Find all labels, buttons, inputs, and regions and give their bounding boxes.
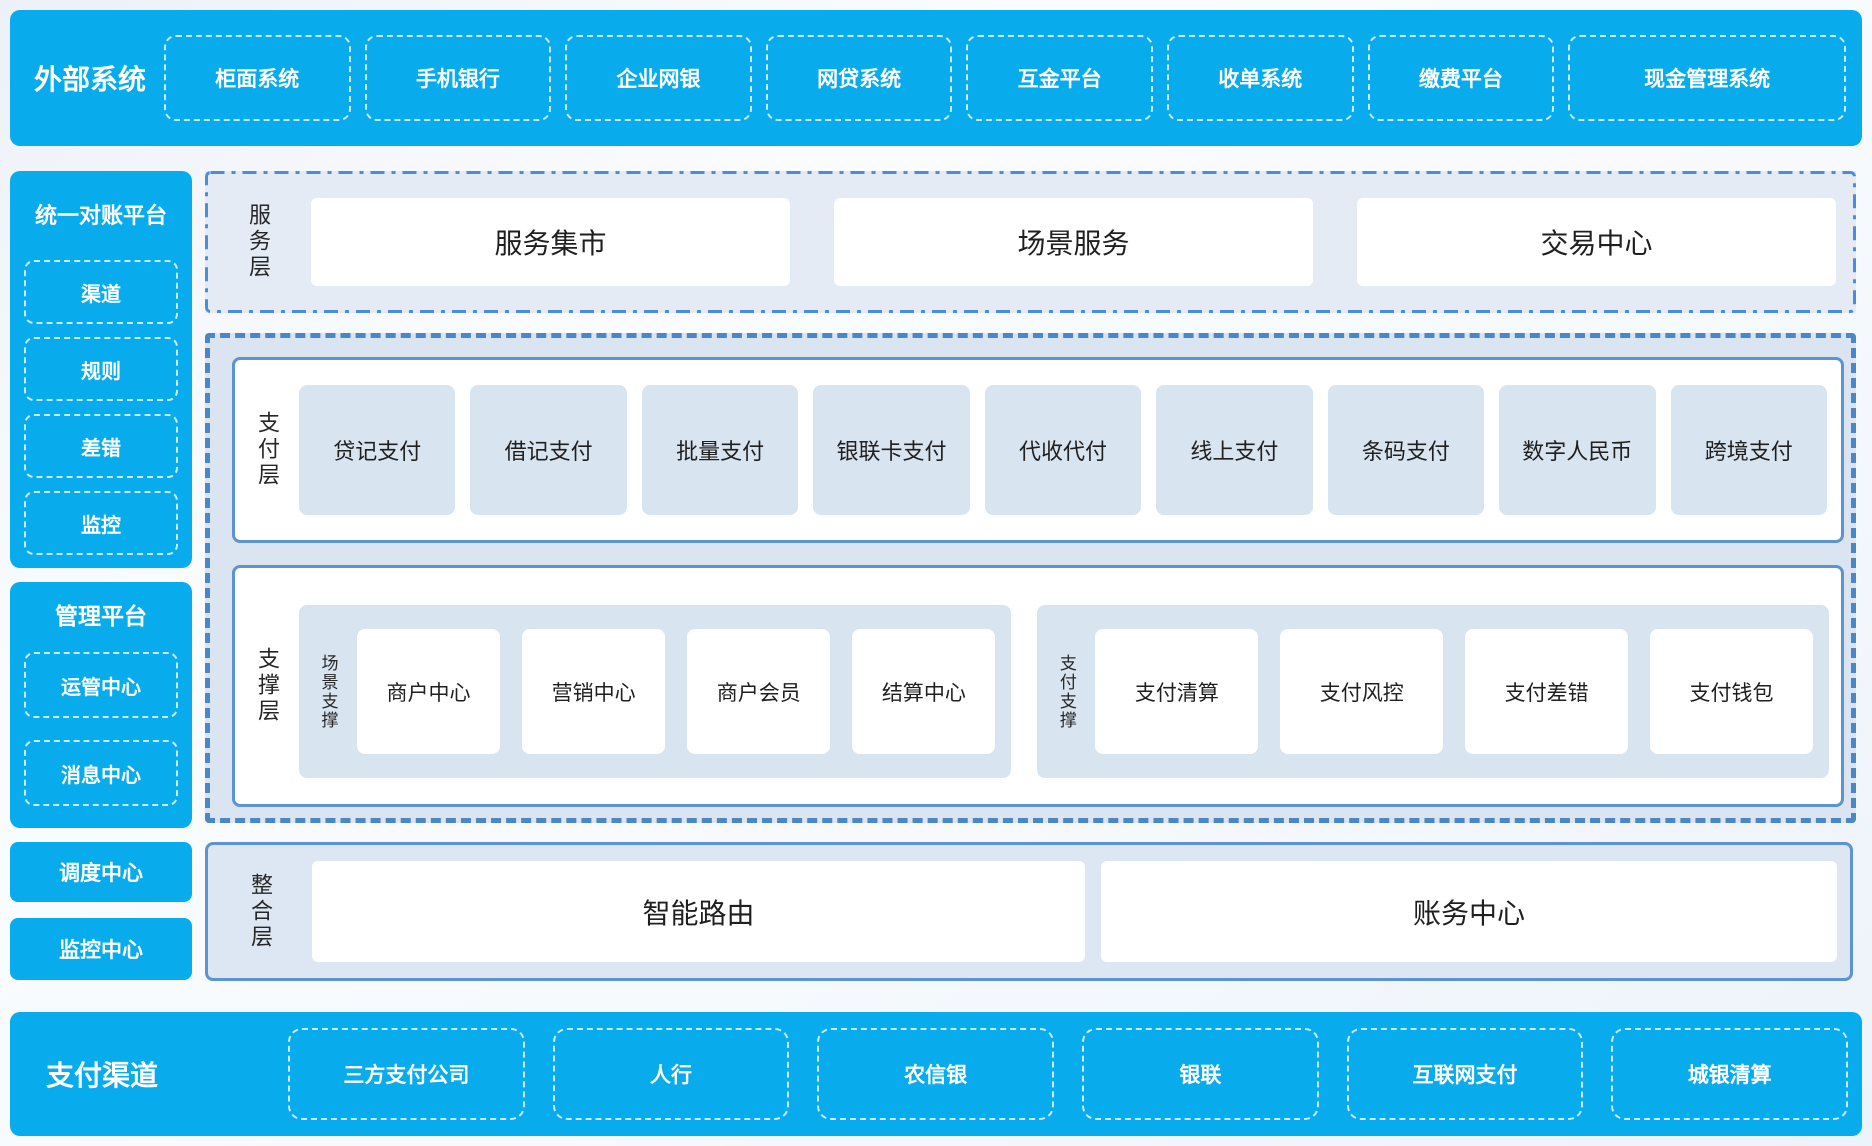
management-item: 消息中心 (24, 740, 178, 806)
payment-support-dashed-container: 支付层 贷记支付 借记支付 批量支付 银联卡支付 代收代付 线上支付 条码支付 … (205, 333, 1856, 823)
payment-item: 贷记支付 (299, 385, 455, 515)
scene-support-items: 商户中心 营销中心 商户会员 结算中心 (357, 629, 1011, 754)
payment-channels-title: 支付渠道 (46, 1054, 288, 1094)
integration-layer-box: 整合层 智能路由 账务中心 (205, 842, 1853, 981)
management-platform-block: 管理平台 运管中心 消息中心 (10, 582, 192, 828)
payment-support-item: 支付钱包 (1650, 629, 1813, 754)
management-item: 运管中心 (24, 652, 178, 718)
monitor-center-box: 监控中心 (10, 918, 192, 980)
dispatch-center-box: 调度中心 (10, 842, 192, 902)
external-system-item: 缴费平台 (1368, 35, 1555, 121)
payment-channel-item: 互联网支付 (1347, 1028, 1584, 1120)
reconciliation-item: 规则 (24, 337, 178, 401)
payment-support-item: 支付差错 (1465, 629, 1628, 754)
payment-channel-item: 农信银 (817, 1028, 1054, 1120)
payment-layer-label: 支付层 (235, 360, 299, 540)
reconciliation-item: 渠道 (24, 260, 178, 324)
payment-channels-items: 三方支付公司 人行 农信银 银联 互联网支付 城银清算 (288, 1028, 1848, 1120)
support-layer-panels: 场景支撑 商户中心 营销中心 商户会员 结算中心 支付支撑 支付清算 支付风控 … (299, 568, 1841, 804)
payment-support-item: 支付清算 (1095, 629, 1258, 754)
payment-channel-item: 城银清算 (1611, 1028, 1848, 1120)
payment-item: 条码支付 (1328, 385, 1484, 515)
reconciliation-platform-title: 统一对账平台 (24, 171, 178, 230)
service-layer-panel: 服务层 服务集市 场景服务 交易中心 (205, 171, 1856, 313)
external-systems-title: 外部系统 (34, 58, 164, 98)
support-layer-box: 支撑层 场景支撑 商户中心 营销中心 商户会员 结算中心 支付支撑 支付清算 (232, 565, 1844, 807)
payment-channel-item: 银联 (1082, 1028, 1319, 1120)
dashdot-border (205, 171, 1856, 313)
scene-support-panel: 场景支撑 商户中心 营销中心 商户会员 结算中心 (299, 605, 1011, 778)
support-layer-label: 支撑层 (235, 568, 299, 804)
payment-item: 线上支付 (1156, 385, 1312, 515)
payment-channel-item: 三方支付公司 (288, 1028, 525, 1120)
integration-item: 智能路由 (312, 861, 1085, 962)
external-system-item: 网贷系统 (766, 35, 953, 121)
payment-support-items: 支付清算 支付风控 支付差错 支付钱包 (1095, 629, 1829, 754)
external-system-item: 柜面系统 (164, 35, 351, 121)
payment-architecture-diagram: 外部系统 柜面系统 手机银行 企业网银 网贷系统 互金平台 收单系统 缴费平台 … (0, 0, 1872, 1146)
payment-support-item: 支付风控 (1280, 629, 1443, 754)
payment-item: 代收代付 (985, 385, 1141, 515)
integration-item: 账务中心 (1101, 861, 1837, 962)
payment-layer-items: 贷记支付 借记支付 批量支付 银联卡支付 代收代付 线上支付 条码支付 数字人民… (299, 360, 1841, 540)
external-system-item: 手机银行 (365, 35, 552, 121)
external-systems-bar: 外部系统 柜面系统 手机银行 企业网银 网贷系统 互金平台 收单系统 缴费平台 … (10, 10, 1862, 146)
scene-support-item: 营销中心 (522, 629, 665, 754)
payment-layer-box: 支付层 贷记支付 借记支付 批量支付 银联卡支付 代收代付 线上支付 条码支付 … (232, 357, 1844, 543)
payment-channel-item: 人行 (553, 1028, 790, 1120)
scene-support-label: 场景支撑 (299, 654, 357, 730)
external-system-item: 收单系统 (1167, 35, 1354, 121)
scene-support-item: 商户中心 (357, 629, 500, 754)
payment-channels-bar: 支付渠道 三方支付公司 人行 农信银 银联 互联网支付 城银清算 (10, 1012, 1862, 1136)
management-platform-title: 管理平台 (24, 582, 178, 631)
payment-item: 跨境支付 (1671, 385, 1827, 515)
payment-item: 批量支付 (642, 385, 798, 515)
scene-support-item: 结算中心 (852, 629, 995, 754)
external-system-item: 互金平台 (966, 35, 1153, 121)
integration-layer-items: 智能路由 账务中心 (312, 845, 1850, 978)
scene-support-item: 商户会员 (687, 629, 830, 754)
external-system-item: 现金管理系统 (1568, 35, 1846, 121)
payment-item: 数字人民币 (1499, 385, 1655, 515)
payment-item: 借记支付 (470, 385, 626, 515)
reconciliation-item: 差错 (24, 414, 178, 478)
payment-support-panel: 支付支撑 支付清算 支付风控 支付差错 支付钱包 (1037, 605, 1829, 778)
integration-layer-label: 整合层 (208, 845, 312, 978)
reconciliation-platform-block: 统一对账平台 渠道 规则 差错 监控 (10, 171, 192, 568)
payment-support-label: 支付支撑 (1037, 654, 1095, 730)
payment-item: 银联卡支付 (813, 385, 969, 515)
external-systems-items: 柜面系统 手机银行 企业网银 网贷系统 互金平台 收单系统 缴费平台 现金管理系… (164, 35, 1846, 121)
external-system-item: 企业网银 (565, 35, 752, 121)
reconciliation-item: 监控 (24, 491, 178, 555)
